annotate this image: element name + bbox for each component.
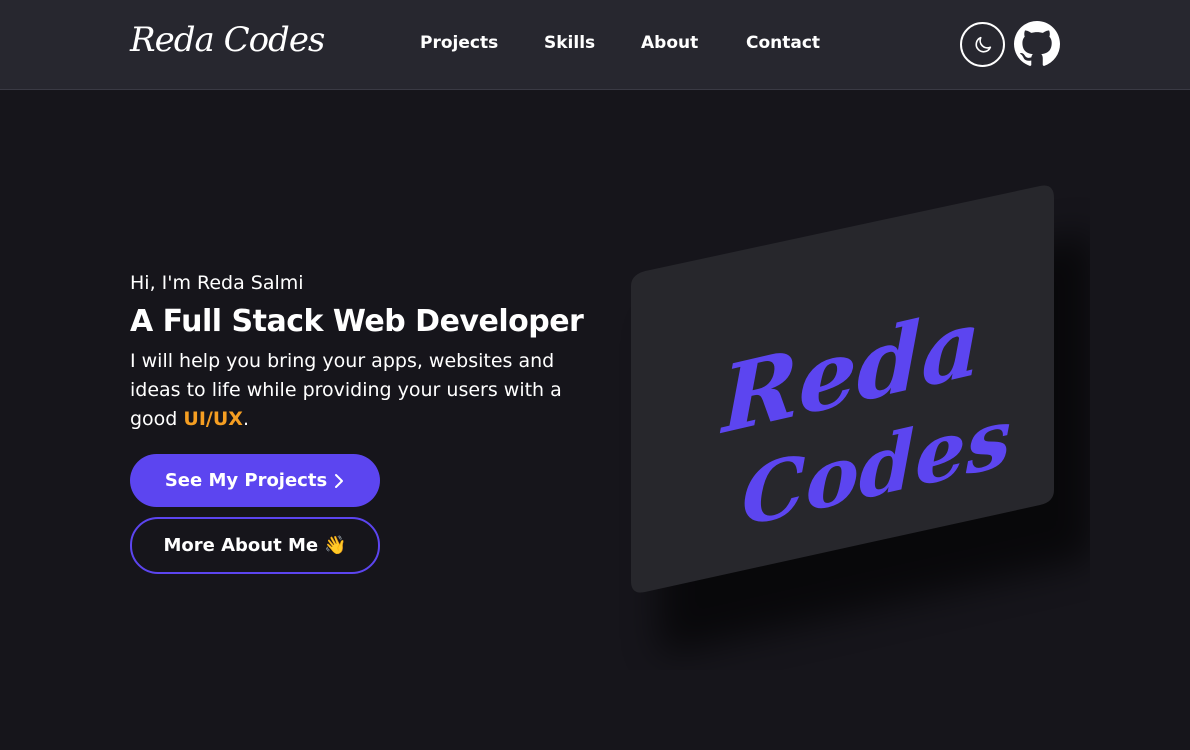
hero-description: I will help you bring your apps, website… [130,347,590,434]
hero-logo-card: Reda Codes [631,185,1090,654]
chevron-right-icon [335,473,344,488]
github-link[interactable] [1014,21,1060,67]
hero-description-accent: UI/UX [183,408,243,430]
nav-link-contact[interactable]: Contact [746,33,820,53]
more-about-me-label: More About Me [163,535,319,556]
nav-link-projects[interactable]: Projects [420,33,498,53]
hero-title: A Full Stack Web Developer [130,304,584,339]
logo[interactable]: Reda Codes [130,20,325,60]
site-header: Reda Codes Projects Skills About Contact [0,0,1190,90]
see-projects-label: See My Projects [164,470,328,491]
github-icon [1014,21,1060,66]
see-projects-button[interactable]: See My Projects [130,454,380,507]
waving-hand-icon: 👋 [324,535,347,556]
more-about-me-button[interactable]: More About Me 👋 [130,517,380,574]
moon-icon [974,36,991,53]
nav-link-skills[interactable]: Skills [544,33,595,53]
theme-toggle-button[interactable] [960,22,1005,67]
hero-description-end: . [242,408,249,430]
nav-link-about[interactable]: About [641,33,698,53]
hero-greeting: Hi, I'm Reda Salmi [130,272,304,294]
